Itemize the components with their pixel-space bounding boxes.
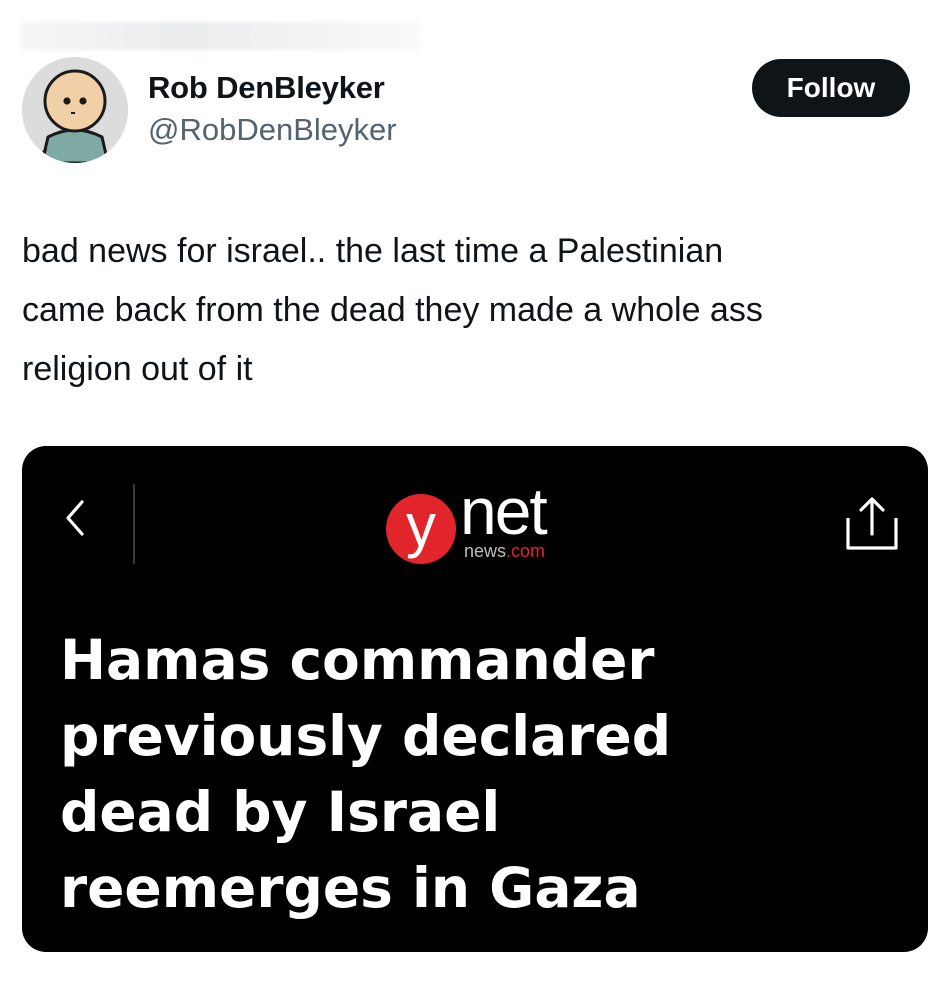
follow-button[interactable]: Follow xyxy=(752,59,910,117)
article-headline: Hamas commander previously declared dead… xyxy=(60,622,900,926)
logo-letter: y xyxy=(406,492,436,559)
ynet-logo: y net news.com xyxy=(386,476,586,572)
headline-line: previously declared xyxy=(60,704,672,768)
logo-red-circle: y xyxy=(386,494,456,564)
tweet-text-line: religion out of it xyxy=(22,350,253,388)
display-name[interactable]: Rob DenBleyker xyxy=(148,68,385,108)
nav-divider xyxy=(133,484,135,564)
tweet-text: bad news for israel.. the last time a Pa… xyxy=(22,222,932,399)
logo-domain-name: news xyxy=(464,541,507,561)
logo-wordmark: net xyxy=(460,474,548,548)
headline-line: dead by Israel xyxy=(60,780,501,844)
logo-domain: news.com xyxy=(464,540,545,562)
avatar[interactable] xyxy=(22,57,128,163)
tweet-text-line: came back from the dead they made a whol… xyxy=(22,291,763,329)
user-handle[interactable]: @RobDenBleyker xyxy=(148,110,397,150)
chevron-left-icon[interactable] xyxy=(56,494,96,542)
tweet-text-line: bad news for israel.. the last time a Pa… xyxy=(22,232,724,270)
cropped-header-remnant xyxy=(20,22,420,50)
avatar-image xyxy=(22,57,128,163)
share-icon[interactable] xyxy=(842,492,902,554)
headline-line: Hamas commander xyxy=(60,628,655,692)
logo-domain-tld: .com xyxy=(506,541,546,561)
headline-line: reemerges in Gaza xyxy=(60,856,641,920)
